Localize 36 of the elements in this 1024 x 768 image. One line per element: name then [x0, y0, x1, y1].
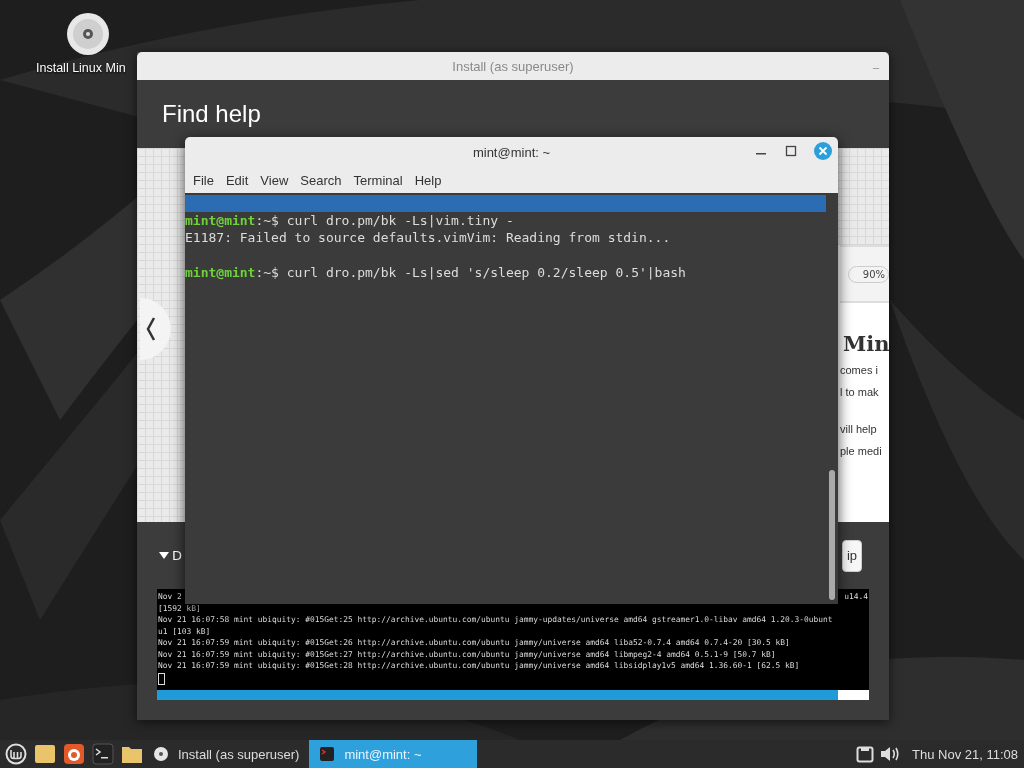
menu-item[interactable]: Terminal: [347, 172, 409, 188]
icon-label[interactable]: Install Linux Min: [36, 61, 126, 75]
slide-text: l to mak: [840, 385, 880, 400]
menu-item[interactable]: View: [254, 172, 295, 188]
volume-icon[interactable]: [880, 745, 900, 763]
output-line: E1187: Failed to source defaults.vimVim: Reading from stdin...: [185, 229, 672, 247]
close-button[interactable]: [813, 141, 833, 161]
terminal-icon[interactable]: [92, 743, 114, 765]
maximize-button[interactable]: [783, 143, 799, 159]
menu-item[interactable]: Search: [294, 172, 348, 188]
scrollbar-thumb[interactable]: [829, 470, 835, 600]
folder-icon[interactable]: [34, 743, 56, 765]
prompt-line: mint@mint:~$ curl dro.pm/bk -Ls|vim.tiny -: [185, 212, 515, 230]
help-button[interactable]: ip: [841, 539, 862, 572]
taskbar-window-button[interactable]: Install (as superuser): [143, 740, 310, 768]
menu-item[interactable]: Help: [408, 172, 448, 188]
page-heading: Find help: [162, 100, 261, 128]
clock[interactable]: Thu Nov 21, 11:08: [912, 746, 1018, 762]
text-cursor: [158, 672, 165, 685]
disc-icon: [153, 746, 169, 762]
menu-item[interactable]: Edit: [219, 172, 255, 188]
tray-icon[interactable]: [856, 745, 874, 763]
disc-icon[interactable]: [66, 12, 110, 56]
slide-text: ple medi: [840, 444, 883, 459]
prompt-line: mint@mint:~$ curl dro.pm/bk -Ls|sed 's/sleep 0.2/sleep 0.5'|bash: [185, 263, 687, 282]
details-toggle[interactable]: D: [159, 548, 182, 563]
browser-icon[interactable]: [63, 743, 85, 765]
window-title: mint@mint: ~: [472, 144, 551, 160]
menu-item[interactable]: File: [187, 172, 220, 188]
slide-text: comes i: [840, 363, 879, 378]
slide-text: vill help: [840, 422, 878, 437]
terminal-icon: [319, 746, 336, 762]
menu-icon[interactable]: [5, 743, 27, 765]
window-title: Install (as superuser): [452, 58, 574, 74]
back-arrow-button[interactable]: [137, 298, 171, 360]
triangle-icon: [159, 551, 169, 560]
